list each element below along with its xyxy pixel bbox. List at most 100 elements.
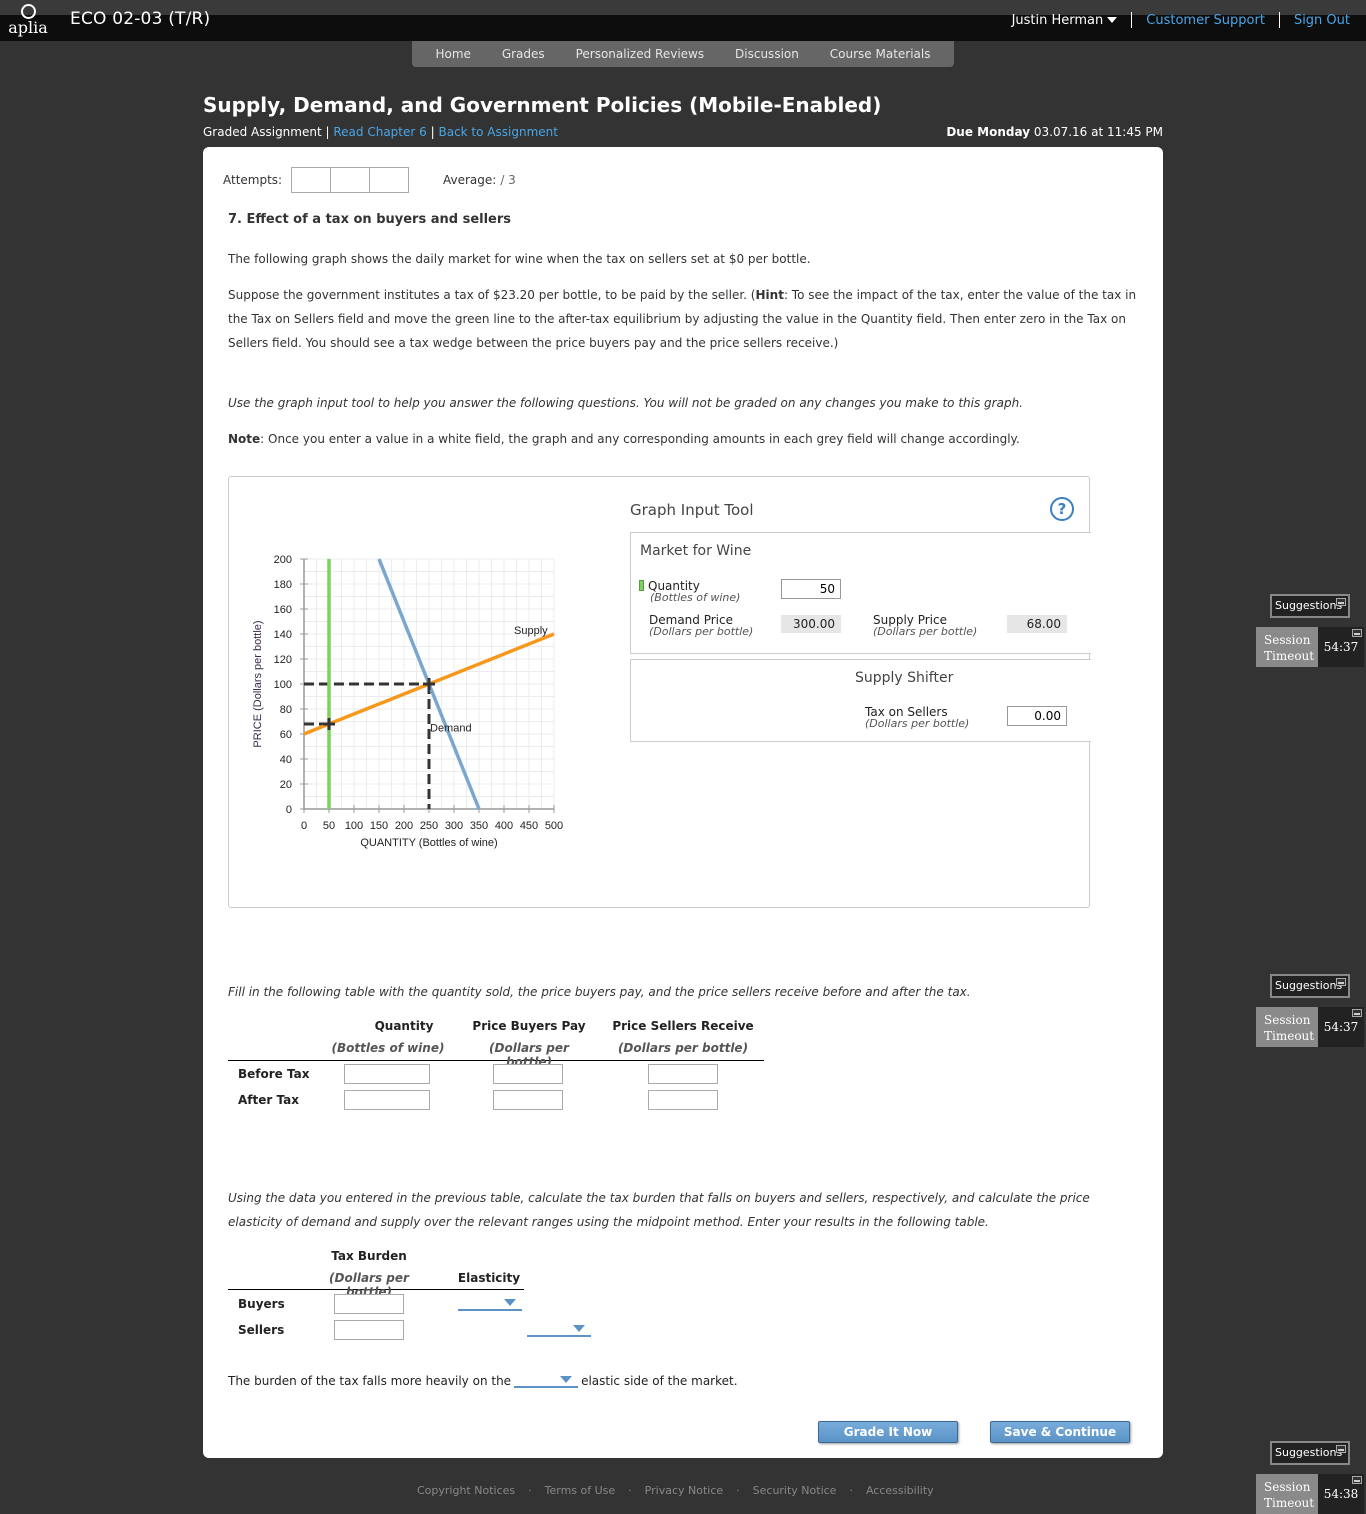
accessibility-link[interactable]: Accessibility [866, 1484, 934, 1497]
x-tick-label: 450 [520, 820, 538, 832]
footer-sep: · [849, 1484, 853, 1497]
table2-header: Tax Burden (Dollars per bottle) Elastici… [228, 1245, 524, 1299]
y-tick-label: 40 [280, 754, 292, 766]
due-date: Due Monday 03.07.16 at 11:45 PM [946, 125, 1163, 139]
user-menu[interactable]: Justin Herman [1012, 13, 1118, 28]
breadcrumb: Graded Assignment | Read Chapter 6 | Bac… [203, 125, 558, 139]
more-less-dropdown[interactable] [514, 1372, 579, 1388]
minimize-icon[interactable] [1336, 598, 1346, 606]
minimize-icon[interactable] [1352, 1476, 1362, 1484]
average-label: Average: [443, 173, 497, 187]
copyright-link[interactable]: Copyright Notices [417, 1484, 515, 1497]
security-link[interactable]: Security Notice [753, 1484, 837, 1497]
col-quantity-unit: (Bottles of wine) [331, 1041, 445, 1055]
tax-on-sellers-input[interactable] [1007, 706, 1067, 726]
conclusion-sentence: The burden of the tax falls more heavily… [228, 1372, 738, 1388]
graph-input-tool-title: Graph Input Tool [630, 501, 754, 519]
logo-text: aplia [8, 18, 48, 37]
suggestions-button[interactable]: Suggestions [1270, 594, 1350, 618]
session-timeout: Session Timeout 54:38 [1256, 1474, 1364, 1514]
suggestions-label: Suggestions [1275, 599, 1343, 612]
after-tax-quantity-input[interactable] [344, 1090, 430, 1110]
x-tick-label: 250 [420, 820, 438, 832]
hint-label: Hint [755, 288, 784, 302]
average: Average:/ 3 [443, 173, 516, 187]
tax-unit: (Dollars per bottle) [865, 717, 970, 730]
before-tax-buyers-price-input[interactable] [493, 1064, 563, 1084]
assignment-type: Graded Assignment [203, 125, 322, 139]
logo-face-icon [20, 4, 36, 19]
buyers-elasticity-dropdown[interactable] [458, 1295, 522, 1311]
customer-support-link[interactable]: Customer Support [1146, 13, 1265, 28]
note-label: Note [228, 432, 261, 446]
back-to-assignment-link[interactable]: Back to Assignment [438, 125, 557, 139]
x-tick-label: 350 [470, 820, 488, 832]
attempts-label: Attempts: [223, 173, 283, 187]
nav-personalized-reviews[interactable]: Personalized Reviews [576, 47, 705, 61]
assignment-card: Attempts: Average:/ 3 7. Effect of a tax… [203, 147, 1163, 1458]
conclusion-after: elastic side of the market. [581, 1374, 738, 1388]
y-tick-label: 20 [280, 779, 292, 791]
note: Note: Once you enter a value in a white … [228, 427, 1143, 451]
sellers-elasticity-dropdown[interactable] [527, 1321, 592, 1337]
col-sellers-title: Price Sellers Receive [612, 1019, 754, 1033]
minimize-icon[interactable] [1336, 978, 1346, 986]
average-value: / 3 [500, 173, 516, 187]
supply-price-label: Supply Price (Dollars per bottle) [873, 614, 977, 638]
before-tax-quantity-input[interactable] [344, 1064, 430, 1084]
user-area: Justin Herman Customer Support Sign Out [1012, 12, 1350, 28]
attempt-box [330, 167, 370, 193]
terms-link[interactable]: Terms of Use [545, 1484, 616, 1497]
help-icon[interactable]: ? [1050, 497, 1074, 521]
nav-home[interactable]: Home [435, 47, 470, 61]
after-tax-sellers-price-input[interactable] [648, 1090, 718, 1110]
y-axis-label: PRICE (Dollars per bottle) [252, 620, 264, 747]
suggestions-label: Suggestions [1275, 979, 1343, 992]
nav-course-materials[interactable]: Course Materials [830, 47, 931, 61]
sign-out-link[interactable]: Sign Out [1294, 13, 1350, 28]
before-tax-sellers-price-input[interactable] [648, 1064, 718, 1084]
session-timeout-label: Session Timeout [1264, 1480, 1315, 1510]
nav-discussion[interactable]: Discussion [735, 47, 799, 61]
divider [1131, 12, 1133, 28]
suggestions-button[interactable]: Suggestions [1270, 974, 1350, 998]
demand-price-unit: (Dollars per bottle) [649, 625, 754, 638]
main-nav: Home Grades Personalized Reviews Discuss… [412, 41, 954, 67]
y-tick-label: 160 [274, 604, 292, 616]
market-box: Market for Wine Quantity (Bottles of win… [630, 532, 1091, 654]
privacy-link[interactable]: Privacy Notice [645, 1484, 723, 1497]
buyers-burden-input[interactable] [334, 1294, 404, 1314]
nav-grades[interactable]: Grades [502, 47, 545, 61]
quantity-input[interactable] [781, 579, 841, 599]
supply-price-value: 68.00 [1007, 615, 1067, 633]
due-label: Due Monday [946, 125, 1031, 139]
sellers-burden-input[interactable] [334, 1320, 404, 1340]
grade-it-now-button[interactable]: Grade It Now [818, 1421, 958, 1443]
attempt-boxes [291, 167, 409, 193]
y-tick-label: 140 [274, 629, 292, 641]
divider [1278, 12, 1280, 28]
y-tick-label: 180 [274, 579, 292, 591]
after-tax-buyers-price-input[interactable] [493, 1090, 563, 1110]
aplia-logo[interactable]: aplia [6, 2, 50, 40]
x-tick-label: 150 [370, 820, 388, 832]
market-chart[interactable]: 0 50 100 150 200 250 300 350 400 450 500 0 20 40 60 80 1… [229, 477, 629, 907]
minimize-icon[interactable] [1352, 629, 1362, 637]
due-value: 03.07.16 at 11:45 PM [1033, 125, 1163, 139]
row-sellers-label: Sellers [238, 1323, 285, 1337]
minimize-icon[interactable] [1352, 1009, 1362, 1017]
quantity-unit: (Bottles of wine) [650, 591, 741, 604]
session-timeout-label: Session Timeout [1264, 1013, 1315, 1043]
graph-instructions: Use the graph input tool to help you ans… [228, 396, 1023, 410]
row-buyers-label: Buyers [238, 1297, 285, 1311]
minimize-icon[interactable] [1336, 1445, 1346, 1453]
suggestions-button[interactable]: Suggestions [1270, 1441, 1350, 1465]
caret-down-icon [1107, 17, 1118, 23]
table1-header: Quantity (Bottles of wine) Price Buyers … [228, 1015, 764, 1069]
read-chapter-link[interactable]: Read Chapter 6 [333, 125, 426, 139]
save-continue-button[interactable]: Save & Continue [990, 1421, 1130, 1443]
col-quantity-title: Quantity [374, 1019, 434, 1033]
session-timeout: Session Timeout 54:37 [1256, 1007, 1364, 1047]
supply-shifter-box: Supply Shifter Tax on Sellers (Dollars p… [630, 659, 1091, 742]
x-tick-label: 50 [323, 820, 335, 832]
